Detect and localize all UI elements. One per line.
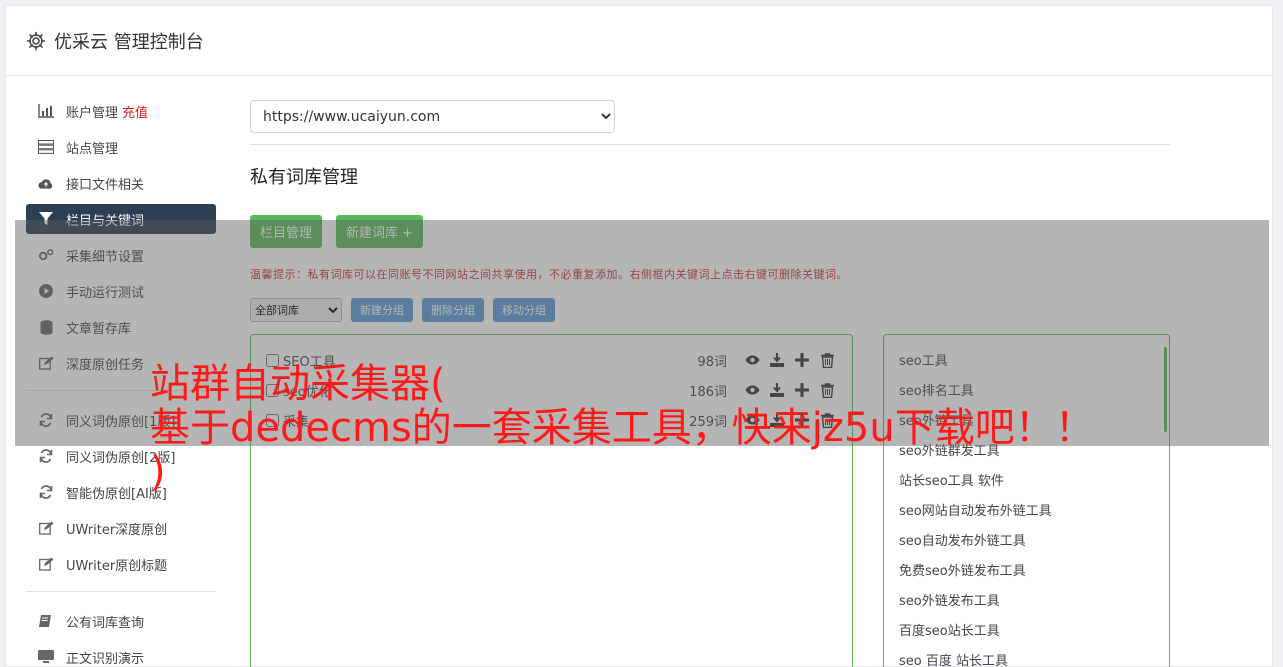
page-title: 优采云 管理控制台 (54, 31, 204, 53)
section-title: 私有词库管理 (250, 167, 358, 188)
sidebar-item-label: 正文识别演示 (66, 651, 145, 667)
recharge-link[interactable]: 充值 (122, 102, 148, 121)
header: 优采云 管理控制台 (6, 6, 1272, 76)
sidebar-item-interface-files[interactable]: 接口文件相关 (26, 168, 216, 198)
sidebar-item-public-library[interactable]: 公有词库查询 (26, 606, 216, 636)
sidebar-divider (26, 591, 216, 592)
gear-icon (26, 31, 46, 50)
watermark-line: 站群自动采集器( (150, 361, 446, 407)
keyword-item[interactable]: seo自动发布外链工具 (899, 527, 1154, 557)
sidebar-item-label: 站点管理 (66, 141, 119, 157)
sidebar-item-label: 接口文件相关 (66, 177, 145, 193)
site-select[interactable]: https://www.ucaiyun.com (250, 100, 615, 133)
keyword-item[interactable]: seo网站自动发布外链工具 (899, 497, 1154, 527)
sidebar-item-uwriter-title[interactable]: UWriter原创标题 (26, 549, 216, 579)
sidebar-item-sites[interactable]: 站点管理 (26, 132, 216, 162)
edit-icon (38, 520, 54, 536)
sidebar-item-label: 公有词库查询 (66, 615, 145, 631)
edit-icon (38, 556, 54, 572)
monitor-icon (38, 649, 54, 665)
cloud-upload-icon (38, 175, 54, 191)
keyword-item[interactable]: 免费seo外链发布工具 (899, 557, 1154, 587)
watermark-text: 站群自动采集器( 基于dedecms的一套采集工具，快来jz5u下载吧！！ ) (150, 362, 1160, 494)
sidebar-item-uwriter-original[interactable]: UWriter深度原创 (26, 513, 216, 543)
refresh-icon (38, 484, 54, 500)
refresh-icon (38, 448, 54, 464)
watermark-line: 基于dedecms的一套采集工具，快来jz5u下载吧！！ (150, 405, 1095, 451)
sidebar-item-label: UWriter原创标题 (66, 558, 168, 574)
sidebar-item-label: UWriter深度原创 (66, 522, 168, 538)
keyword-item[interactable]: seo外链发布工具 (899, 587, 1154, 617)
server-icon (38, 139, 54, 155)
sidebar-item-label: 账户管理 (66, 105, 119, 121)
book-icon (38, 613, 54, 629)
keyword-item[interactable]: seo 百度 站长工具 (899, 647, 1154, 667)
sidebar-item-text-recognition[interactable]: 正文识别演示 (26, 642, 216, 667)
sidebar-item-account[interactable]: 账户管理 充值 (26, 96, 216, 126)
bar-chart-icon (38, 103, 54, 119)
watermark-line: ) (150, 449, 166, 495)
keyword-item[interactable]: 百度seo站长工具 (899, 617, 1154, 647)
section-divider (250, 144, 1170, 145)
